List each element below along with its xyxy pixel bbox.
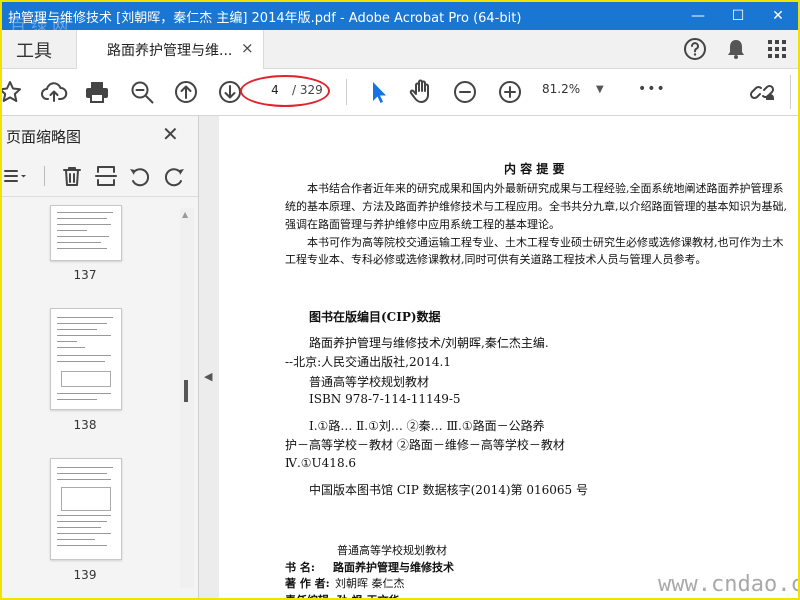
cloud-upload-icon[interactable] [40, 78, 68, 106]
bookmark-star-icon[interactable] [2, 78, 24, 106]
toolbar-divider [346, 79, 347, 105]
zoom-out-icon[interactable] [451, 78, 479, 106]
collapse-arrow-icon[interactable]: ◀ [204, 370, 212, 383]
tab-document-label: 路面养护管理与维... [107, 43, 233, 59]
cip-line: 路面养护管理与维修技术/刘朝晖,秦仁杰主编. [309, 336, 549, 350]
tab-bar: 工具 路面养护管理与维... × [2, 30, 798, 69]
page-thumbnail[interactable] [50, 308, 122, 410]
scroll-up-arrow-icon[interactable]: ▲ [182, 210, 188, 219]
zoom-in-icon[interactable] [496, 78, 524, 106]
editor-line: 责任编辑: 孙 飒 王文华 [285, 592, 400, 598]
cip-line: 普通高等学校规划教材 [309, 375, 430, 389]
main-toolbar: 4 / 329 81.2% ▼ ••• [2, 69, 798, 116]
previous-page-icon[interactable] [172, 78, 200, 106]
maximize-button[interactable]: ☐ [718, 2, 758, 30]
site-watermark-bottom: www.cndao.com [658, 572, 798, 597]
document-page: 内 容 提 要 本书结合作者近年来的研究成果和国内外最新研究成果与工程经验,全面… [219, 116, 798, 598]
application-window: 护管理与维修技术 [刘朝晖，秦仁杰 主编] 2014年版.pdf - Adobe… [0, 0, 800, 600]
thumbnails-panel: 页面缩略图 ✕ 137 138 139 ▲ [2, 116, 199, 598]
author-label: 著 作 者: [285, 577, 330, 590]
help-icon[interactable] [682, 36, 708, 62]
minimize-button[interactable]: — [678, 2, 718, 30]
thumbnails-panel-title: 页面缩略图 [6, 128, 82, 146]
summary-line: 统的基本原理、方法及路面养护维修技术与工程应用。全书共分九章,以介绍路面管理的基… [285, 200, 787, 213]
author-value: 刘朝晖 秦仁杰 [335, 577, 405, 590]
thumbnail-toolbar-divider [44, 166, 45, 186]
book-title-value: 路面养护管理与维修技术 [333, 561, 454, 574]
print-icon[interactable] [83, 78, 111, 106]
window-title: 护管理与维修技术 [刘朝晖，秦仁杰 主编] 2014年版.pdf - Adobe… [8, 11, 522, 26]
panel-collapse-handle[interactable]: ◀ [199, 116, 219, 598]
rotate-clockwise-icon[interactable] [162, 164, 186, 188]
thumbnail-list: 137 138 139 [2, 200, 198, 598]
apps-grid-icon[interactable] [764, 36, 790, 62]
tab-tools[interactable]: 工具 [16, 37, 52, 63]
thumbnail-page-number: 137 [73, 268, 97, 282]
book-title-label: 书 名: [285, 561, 315, 574]
summary-heading: 内 容 提 要 [504, 162, 565, 176]
page-thumbnail[interactable] [50, 458, 122, 560]
thumbnail-options-icon[interactable] [2, 164, 26, 188]
page-thumbnail[interactable] [50, 205, 122, 261]
zoom-dropdown-chevron-icon[interactable]: ▼ [596, 84, 604, 95]
cip-line: --北京:人民交通出版社,2014.1 [285, 355, 451, 369]
thumbnail-page-number: 139 [73, 568, 97, 582]
zoom-level-value[interactable]: 81.2% [542, 82, 580, 96]
extract-pages-icon[interactable] [94, 164, 118, 188]
tab-close-button[interactable]: × [241, 39, 254, 57]
toolbar-edge-divider [790, 75, 791, 109]
bell-icon[interactable] [723, 36, 749, 62]
title-bar: 护管理与维修技术 [刘朝晖，秦仁杰 主编] 2014年版.pdf - Adobe… [2, 2, 798, 35]
cip-title: 图书在版编目(CIP)数据 [309, 310, 441, 324]
tab-document[interactable]: 路面养护管理与维... × [76, 30, 264, 69]
close-window-button[interactable]: ✕ [758, 2, 798, 30]
page-number-field[interactable]: 4 / 329 [240, 75, 330, 107]
highlight-ring [240, 75, 330, 107]
select-cursor-icon[interactable] [364, 78, 392, 106]
thumbnail-toolbar [2, 156, 198, 197]
cip-line: Ⅳ.①U418.6 [285, 456, 357, 470]
cip-line: 护－高等学校－教材 ②路面－维修－高等学校－教材 [285, 438, 565, 452]
series-label: 普通高等学校规划教材 [337, 544, 447, 557]
share-link-icon[interactable] [748, 78, 776, 106]
zoom-search-icon[interactable] [128, 78, 156, 106]
cip-line: 中国版本图书馆 CIP 数据核字(2014)第 016065 号 [309, 483, 588, 497]
summary-line: 工程专业本、专科必修或选修课教材,同时可供有关道路工程技术人员与管理人员参考。 [285, 253, 707, 266]
summary-line: 强调在路面管理与养护维修中应用系统工程的基本理论。 [285, 218, 560, 231]
close-panel-button[interactable]: ✕ [162, 122, 179, 146]
more-tools-button[interactable]: ••• [638, 81, 666, 97]
rotate-counterclockwise-icon[interactable] [128, 164, 152, 188]
thumbnail-page-number: 138 [73, 418, 97, 432]
hand-tool-icon[interactable] [407, 78, 435, 106]
cip-line: ISBN 978-7-114-11149-5 [309, 392, 461, 406]
cip-line: Ⅰ.①路… Ⅱ.①刘… ②秦… Ⅲ.①路面－公路养 [309, 419, 545, 433]
summary-line: 本书可作为高等院校交通运输工程专业、土木工程专业硕士研究生必修或选修课教材,也可… [307, 236, 784, 249]
delete-page-icon[interactable] [60, 164, 84, 188]
thumbnail-scrollbar[interactable]: ▲ [180, 208, 194, 588]
summary-line: 本书结合作者近年来的研究成果和国内外最新研究成果与工程经验,全面系统地阐述路面养… [307, 182, 784, 195]
scrollbar-thumb[interactable] [184, 380, 188, 402]
